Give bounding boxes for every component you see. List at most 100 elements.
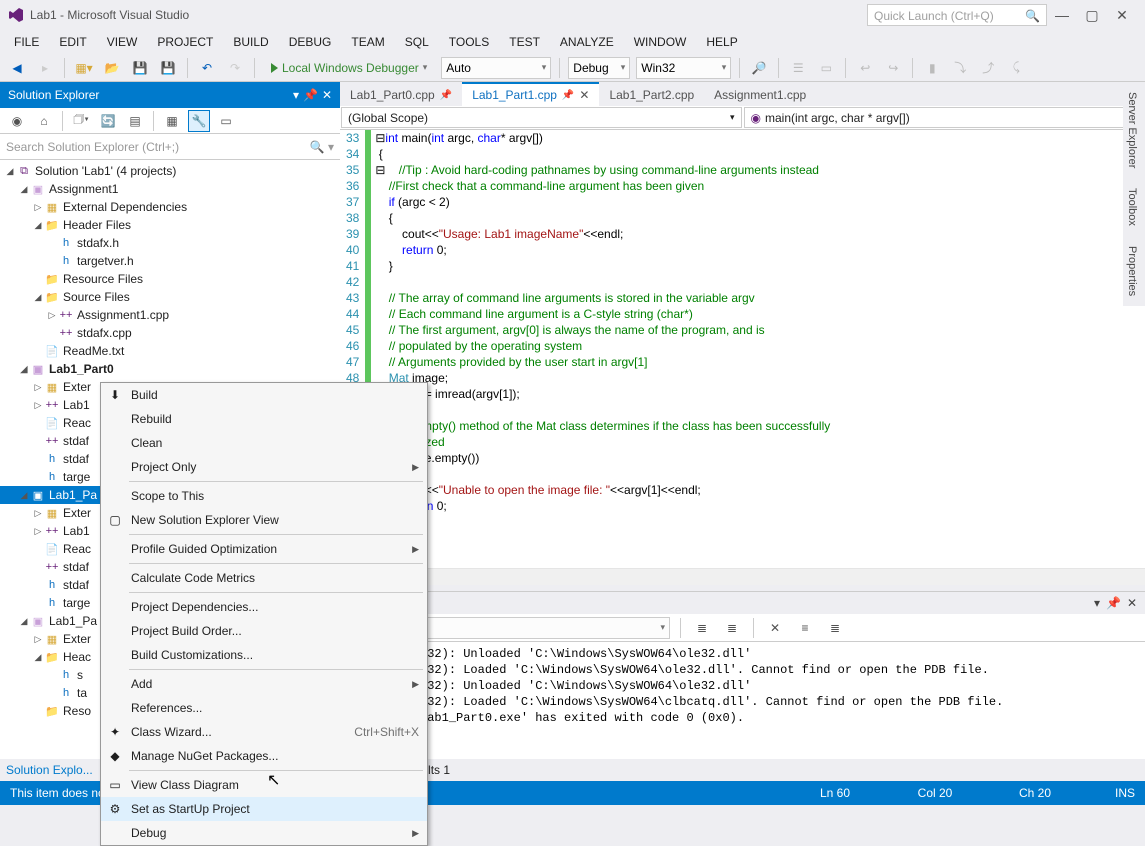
doc-tab[interactable]: Lab1_Part2.cpp <box>599 82 704 106</box>
tree-node[interactable]: ◢📁Header Files <box>0 216 340 234</box>
tree-node[interactable]: ▷++Assignment1.cpp <box>0 306 340 324</box>
tree-node[interactable]: ◢📁Source Files <box>0 288 340 306</box>
back-button[interactable]: ◀ <box>6 57 28 79</box>
ctx-project-dependencies-[interactable]: Project Dependencies... <box>101 595 427 619</box>
clear-button[interactable]: ✕ <box>764 617 786 639</box>
ctx-add[interactable]: Add▶ <box>101 672 427 696</box>
solution-explorer-header[interactable]: Solution Explorer ▾ 📌 ✕ <box>0 82 340 108</box>
ctx-debug[interactable]: Debug▶ <box>101 821 427 845</box>
new-project-button[interactable]: ▦▾ <box>73 57 95 79</box>
ctx-manage-nuget-packages-[interactable]: ◆Manage NuGet Packages... <box>101 744 427 768</box>
wrap2-button[interactable]: ≣ <box>824 617 846 639</box>
ctx-calculate-code-metrics[interactable]: Calculate Code Metrics <box>101 566 427 590</box>
menu-project[interactable]: PROJECT <box>147 32 223 52</box>
close-button[interactable]: ✕ <box>1107 7 1137 24</box>
ctx-references-[interactable]: References... <box>101 696 427 720</box>
ctx-clean[interactable]: Clean <box>101 431 427 455</box>
tree-node[interactable]: ◢▣Assignment1 <box>0 180 340 198</box>
ctx-project-build-order-[interactable]: Project Build Order... <box>101 619 427 643</box>
home-button[interactable]: ◉ <box>6 110 28 132</box>
uncomment-button[interactable]: ▭ <box>815 57 837 79</box>
menu-build[interactable]: BUILD <box>223 32 278 52</box>
preview-button[interactable]: ▭ <box>215 110 237 132</box>
pin-icon[interactable]: 📌 <box>1106 596 1121 610</box>
save-all-button[interactable]: 💾 <box>157 57 179 79</box>
ctx-build[interactable]: ⬇Build <box>101 383 427 407</box>
menu-view[interactable]: VIEW <box>97 32 148 52</box>
tree-node[interactable]: ◢▣Lab1_Part0 <box>0 360 340 378</box>
doc-tab[interactable]: Lab1_Part0.cpp📌 <box>340 82 462 106</box>
menu-help[interactable]: HELP <box>696 32 747 52</box>
code-editor[interactable]: 33343536373839404142434445464748 ⊟int ma… <box>340 130 1145 568</box>
ctx-new-solution-explorer-view[interactable]: ▢New Solution Explorer View <box>101 508 427 532</box>
comment-button[interactable]: ☰ <box>787 57 809 79</box>
undo-button[interactable]: ↶ <box>196 57 218 79</box>
tree-node[interactable]: 📁Resource Files <box>0 270 340 288</box>
ctx-project-only[interactable]: Project Only▶ <box>101 455 427 479</box>
tree-node[interactable]: 📄ReadMe.txt <box>0 342 340 360</box>
config-auto-combo[interactable]: Auto▾ <box>441 57 551 79</box>
quick-launch-input[interactable]: Quick Launch (Ctrl+Q) 🔍 <box>867 4 1047 26</box>
maximize-button[interactable]: ▢ <box>1077 7 1107 24</box>
menu-team[interactable]: TEAM <box>341 32 394 52</box>
output-header[interactable]: Output ▾ 📌 ✕ <box>340 592 1145 614</box>
refresh-button[interactable]: 🔄 <box>97 110 119 132</box>
ctx-build-customizations-[interactable]: Build Customizations... <box>101 643 427 667</box>
panel-dropdown-icon[interactable]: ▾ <box>1094 596 1100 610</box>
ctx-set-as-startup-project[interactable]: ⚙Set as StartUp Project <box>101 797 427 821</box>
pin-icon[interactable]: 📌 <box>303 88 318 102</box>
ctx-scope-to-this[interactable]: Scope to This <box>101 484 427 508</box>
menu-analyze[interactable]: ANALYZE <box>550 32 624 52</box>
config-platform-combo[interactable]: Win32▾ <box>636 57 731 79</box>
find-button[interactable]: 🔎 <box>748 57 770 79</box>
ctx-class-wizard-[interactable]: ✦Class Wizard...Ctrl+Shift+X <box>101 720 427 744</box>
panel-close-icon[interactable]: ✕ <box>322 88 332 102</box>
goto-button[interactable]: ≣ <box>721 617 743 639</box>
tree-node[interactable]: ++stdafx.cpp <box>0 324 340 342</box>
menu-file[interactable]: FILE <box>4 32 49 52</box>
properties-button[interactable]: 🔧 <box>188 110 210 132</box>
menu-window[interactable]: WINDOW <box>624 32 697 52</box>
ctx-view-class-diagram[interactable]: ▭View Class Diagram <box>101 773 427 797</box>
docked-tab[interactable]: Properties <box>1123 236 1141 306</box>
home-icon[interactable]: ⌂ <box>33 110 55 132</box>
sync-button[interactable]: 🗇▾ <box>70 110 92 132</box>
menu-test[interactable]: TEST <box>499 32 550 52</box>
ctx-rebuild[interactable]: Rebuild <box>101 407 427 431</box>
tree-node[interactable]: hstdafx.h <box>0 234 340 252</box>
solution-explorer-search[interactable]: Search Solution Explorer (Ctrl+;) 🔍 ▾ <box>0 134 340 160</box>
config-debug-combo[interactable]: Debug▾ <box>568 57 630 79</box>
nav-back-button[interactable]: ↩ <box>854 57 876 79</box>
horizontal-scrollbar[interactable] <box>340 568 1145 585</box>
step-out-button[interactable]: ⤴ <box>977 57 999 79</box>
open-file-button[interactable]: 📂 <box>101 57 123 79</box>
step-into-button[interactable]: ▮ <box>921 57 943 79</box>
project-context-menu[interactable]: ⬇BuildRebuildCleanProject Only▶ Scope to … <box>100 382 428 846</box>
menu-debug[interactable]: DEBUG <box>279 32 342 52</box>
wrap-button[interactable]: ≡ <box>794 617 816 639</box>
collapse-button[interactable]: ▤ <box>124 110 146 132</box>
breakpoint-button[interactable]: ⤹ <box>1005 57 1027 79</box>
tree-node[interactable]: htargetver.h <box>0 252 340 270</box>
scope-left-combo[interactable]: (Global Scope)▾ <box>341 107 742 128</box>
panel-dropdown-icon[interactable]: ▾ <box>293 88 299 102</box>
nav-fwd-button[interactable]: ↪ <box>882 57 904 79</box>
show-all-button[interactable]: ▦ <box>161 110 183 132</box>
redo-button[interactable]: ↷ <box>224 57 246 79</box>
tree-node[interactable]: ▷▦External Dependencies <box>0 198 340 216</box>
tree-node[interactable]: ◢⧉Solution 'Lab1' (4 projects) <box>0 162 340 180</box>
find-button[interactable]: ≣ <box>691 617 713 639</box>
docked-tab[interactable]: Server Explorer <box>1123 82 1141 178</box>
menu-tools[interactable]: TOOLS <box>439 32 499 52</box>
save-button[interactable]: 💾 <box>129 57 151 79</box>
menu-edit[interactable]: EDIT <box>49 32 96 52</box>
scope-right-combo[interactable]: ◉main(int argc, char * argv[])▾ <box>744 107 1145 128</box>
docked-tab[interactable]: Toolbox <box>1123 178 1141 236</box>
menu-sql[interactable]: SQL <box>395 32 439 52</box>
step-over-button[interactable]: ⤵ <box>949 57 971 79</box>
start-debugging-button[interactable]: Local Windows Debugger ▾ <box>263 57 435 79</box>
output-text[interactable]: 0.exe' (Win32): Unloaded 'C:\Windows\Sys… <box>340 642 1145 759</box>
forward-button[interactable]: ▸ <box>34 57 56 79</box>
ctx-profile-guided-optimization[interactable]: Profile Guided Optimization▶ <box>101 537 427 561</box>
doc-tab[interactable]: Lab1_Part1.cpp📌 ✕ <box>462 82 599 106</box>
